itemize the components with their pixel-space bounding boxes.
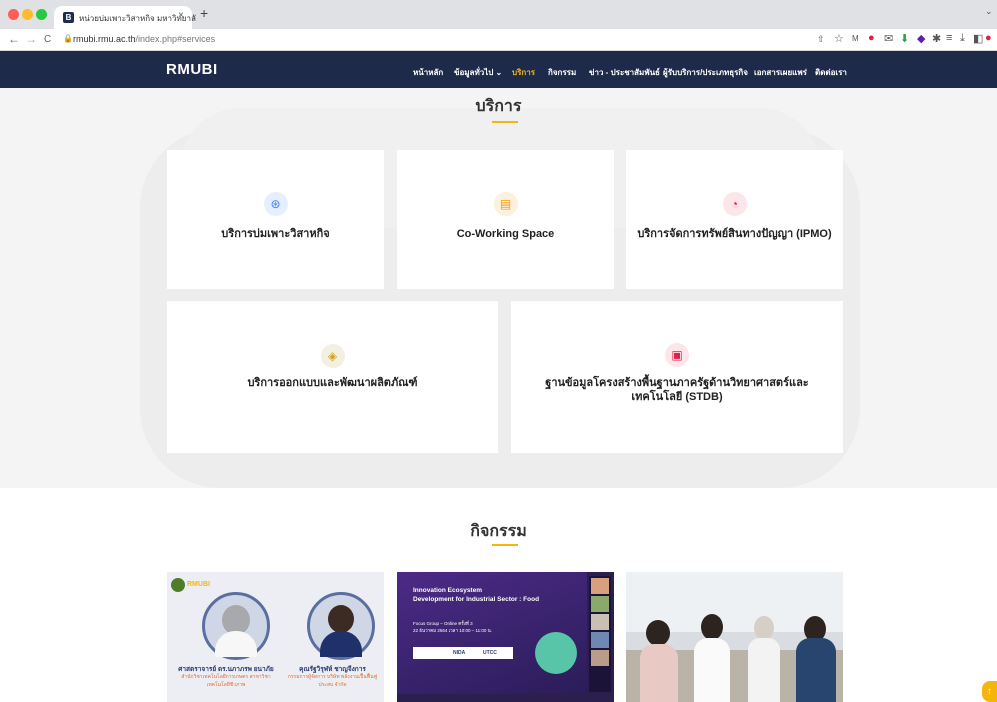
maximize-window-button[interactable] [36, 9, 47, 20]
address-bar: ← → C 🔒 rmubi.rmu.ac.th/index.php#servic… [0, 29, 997, 51]
slide-logo-strip: NIDA UTCC [413, 647, 513, 659]
close-window-button[interactable] [8, 9, 19, 20]
forward-arrow-icon[interactable]: → [25, 32, 37, 46]
photo-person [640, 644, 678, 702]
service-card-incubation[interactable]: ⊛ บริการบ่มเพาะวิสาหกิจ [167, 150, 384, 289]
nida-logo: NIDA [453, 650, 466, 656]
tab-favicon-icon: B [63, 12, 74, 23]
extension-red-icon[interactable]: ● [868, 32, 875, 44]
nav-documents[interactable]: เอกสารเผยแพร่ [754, 66, 807, 79]
photo-person [694, 638, 730, 702]
scroll-to-top-button[interactable]: ↑ [982, 681, 997, 702]
slide-title-line2: Development for Industrial Sector : Food [413, 596, 540, 603]
activity-image-1[interactable]: RMUBI ศาสตราจารย์ ดร.นภาภรพ ยนาภัย สำนัก… [167, 572, 384, 702]
photo-person [646, 620, 670, 646]
tab-search-chevron-icon[interactable]: ⌄ [985, 6, 993, 17]
activity-image-3[interactable] [626, 572, 843, 702]
service-card-product-design[interactable]: ◈ บริการออกแบบและพัฒนาผลิตภัณฑ์ [167, 301, 498, 453]
nav-contact[interactable]: ติดต่อเรา [815, 66, 847, 79]
reading-list-icon[interactable]: ≡ [946, 32, 952, 44]
nav-home[interactable]: หน้าหลัก [413, 66, 443, 79]
photo-person [701, 614, 723, 640]
nav-news[interactable]: ข่าว - ประชาสัมพันธ์ [589, 66, 660, 79]
bookmark-star-icon[interactable]: ☆ [834, 32, 844, 45]
slide-title-line1: Innovation Ecosystem [413, 587, 482, 594]
dribbble-icon: ⊛ [263, 192, 288, 216]
nav-about[interactable]: ข้อมูลทั่วไป ⌄ [454, 66, 502, 79]
service-card-ipmo[interactable]: ◔ บริการจัดการทรัพย์สินทางปัญญา (IPMO) [626, 150, 843, 289]
sidebar-icon[interactable]: ◧ [973, 32, 983, 45]
reload-icon[interactable]: C [44, 34, 51, 45]
video-thumbnails [589, 576, 611, 692]
person2-role: กรรมการผู้จัดการ บริษัท พลังงานเปื้นฟื้น… [287, 674, 378, 688]
nav-activities[interactable]: กิจกรรม [548, 66, 576, 79]
tab-close-icon[interactable]: × [178, 10, 184, 21]
extension-download-icon[interactable]: ⬇ [900, 32, 909, 45]
browser-tab[interactable]: B หน่วยบ่มเพาะวิสาหกิจ มหาวิทยาลั × [54, 6, 196, 29]
layers-icon: ◈ [320, 344, 345, 368]
back-arrow-icon[interactable]: ← [8, 32, 20, 46]
service-card-label: ฐานข้อมูลโครงสร้างพื้นฐานภาครัฐด้านวิทยา… [545, 377, 809, 403]
url-host: rmubi.rmu.ac.th [73, 34, 136, 44]
profile-avatar-icon[interactable]: ● [985, 32, 992, 44]
download-icon[interactable]: ⤓ [960, 32, 965, 45]
share-icon[interactable]: ⇧ [817, 34, 825, 45]
person2-photo [307, 592, 375, 660]
photo-person [748, 638, 780, 702]
person1-photo [202, 592, 270, 660]
slideshow-icon: ▣ [665, 343, 689, 367]
lock-icon[interactable]: 🔒 [63, 34, 73, 43]
service-card-label: Co-Working Space [456, 228, 555, 240]
service-card-coworking[interactable]: ▤ Co-Working Space [397, 150, 614, 289]
extension-m-icon[interactable]: M [852, 34, 859, 43]
slide-detail-line2: 22 ธันวาคม 2564 เวลา 10:00 – 11:00 น. [413, 628, 492, 633]
extension-mail-icon[interactable]: ✉ [884, 32, 893, 45]
person1-role: สำนักวิชาเทคโนโลยีการเกษตร สาขาวิชาเทคโน… [181, 674, 271, 688]
services-title-underline [492, 121, 518, 123]
university-seal-icon [171, 578, 185, 592]
service-card-label: บริการจัดการทรัพย์สินทางปัญญา (IPMO) [637, 228, 832, 240]
activities-title: กิจกรรม [470, 523, 527, 540]
photo-person [754, 616, 774, 640]
slide-detail-line1: Focus Group – Online ครั้งที่ 3 [413, 621, 473, 626]
activity-image-2[interactable]: Innovation Ecosystem Development for Ind… [397, 572, 614, 702]
services-section: บริการ ⊛ บริการบ่มเพาะวิสาหกิจ ▤ Co-Work… [0, 88, 997, 488]
services-title: บริการ [475, 98, 522, 115]
nav-clients[interactable]: ผู้รับบริการ/ประเภทธุรกิจ [663, 66, 748, 79]
url-path: /index.php#services [135, 34, 216, 44]
extension-puzzle-icon[interactable]: ◆ [917, 32, 925, 45]
service-card-label: บริการบ่มเพาะวิสาหกิจ [221, 228, 330, 240]
slide-illustration [535, 632, 577, 674]
site-logo[interactable]: RMUBI [166, 61, 218, 78]
new-tab-button[interactable]: + [200, 5, 208, 21]
nav-services[interactable]: บริการ [512, 66, 535, 79]
file-icon: ▤ [493, 192, 518, 216]
service-card-label: บริการออกแบบและพัฒนาผลิตภัณฑ์ [247, 377, 418, 389]
photo-person [796, 638, 836, 702]
extensions-icon[interactable]: ✱ [932, 32, 941, 45]
utcc-logo: UTCC [483, 650, 497, 656]
site-navbar: RMUBI หน้าหลัก ข้อมูลทั่วไป ⌄ บริการ กิจ… [0, 51, 997, 88]
minimize-window-button[interactable] [22, 9, 33, 20]
activity-badge: RMUBI [187, 581, 210, 588]
speedometer-icon: ◔ [722, 192, 747, 216]
activities-title-underline [492, 544, 518, 546]
browser-tab-bar: B หน่วยบ่มเพาะวิสาหกิจ มหาวิทยาลั × + ⌄ [0, 0, 997, 29]
service-card-stdb[interactable]: ▣ ฐานข้อมูลโครงสร้างพื้นฐานภาครัฐด้านวิท… [511, 301, 843, 453]
url-field[interactable]: rmubi.rmu.ac.th/index.php#services [73, 34, 215, 44]
